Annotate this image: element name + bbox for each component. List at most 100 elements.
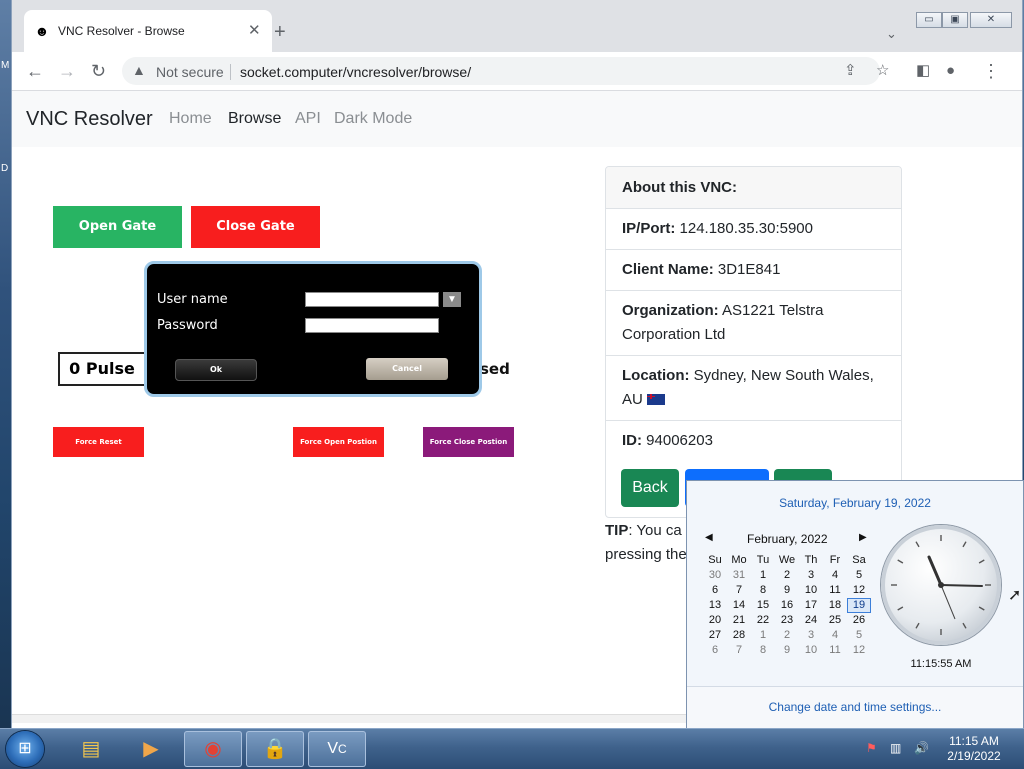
calendar-day[interactable]: 16 — [775, 598, 799, 613]
login-dialog: User name Password ▼ Ok Cancel — [144, 261, 482, 397]
nav-api[interactable]: API — [295, 110, 321, 128]
calendar-day[interactable]: 5 — [847, 628, 871, 643]
calendar-day[interactable]: 10 — [799, 583, 823, 598]
desktop-edge-label-m: M — [1, 60, 10, 71]
calendar-day[interactable]: 22 — [751, 613, 775, 628]
tray-clock[interactable]: 11:15 AM 2/19/2022 — [932, 734, 1016, 764]
start-button[interactable]: ⊞ — [6, 731, 44, 767]
calendar-month-title[interactable]: February, 2022 — [747, 532, 828, 546]
calendar-day[interactable]: 19 — [847, 598, 871, 613]
calendar-day[interactable]: 14 — [727, 598, 751, 613]
tab-title: VNC Resolver - Browse — [58, 24, 185, 38]
nav-browse[interactable]: Browse — [228, 110, 281, 128]
calendar-day[interactable]: 9 — [775, 583, 799, 598]
calendar-day[interactable]: 30 — [703, 568, 727, 583]
back-button[interactable]: Back — [621, 469, 679, 507]
back-arrow-icon[interactable]: ← — [26, 61, 44, 81]
nav-dark-mode[interactable]: Dark Mode — [334, 110, 412, 128]
calendar-day[interactable]: 17 — [799, 598, 823, 613]
close-window-button[interactable]: ✕ — [970, 12, 1012, 28]
nav-home[interactable]: Home — [169, 110, 212, 128]
reload-icon[interactable]: ↻ — [91, 61, 106, 81]
calendar-day[interactable]: 18 — [823, 598, 847, 613]
prev-month-icon[interactable]: ◀ — [705, 532, 713, 543]
warning-icon[interactable]: ▲ — [132, 62, 146, 78]
url-text[interactable]: socket.computer/vncresolver/browse/ — [240, 64, 471, 80]
change-date-time-link[interactable]: Change date and time settings... — [687, 700, 1023, 714]
calendar-day[interactable]: 6 — [703, 583, 727, 598]
calendar-day[interactable]: 6 — [703, 643, 727, 658]
calendar-day[interactable]: 12 — [847, 583, 871, 598]
close-gate-button[interactable]: Close Gate — [191, 206, 320, 248]
calendar-day[interactable]: 8 — [751, 583, 775, 598]
menu-kebab-icon[interactable]: ⋮ — [982, 61, 1000, 81]
cancel-button[interactable]: Cancel — [366, 358, 448, 380]
password-input[interactable] — [305, 318, 439, 333]
tab-search-chevron-icon[interactable]: ⌄ — [886, 26, 897, 42]
maximize-button[interactable]: ▣ — [942, 12, 968, 28]
clock-time-text: 11:15:55 AM — [910, 658, 972, 670]
calendar-day[interactable]: 1 — [751, 568, 775, 583]
calendar-day[interactable]: 1 — [751, 628, 775, 643]
minimize-button[interactable]: ▭ — [916, 12, 942, 28]
browser-toolbar: ← → ↻ ▲ Not secure socket.computer/vncre… — [12, 52, 1022, 91]
security-app-taskbar-icon[interactable]: 🔒 — [246, 731, 304, 767]
network-alert-tray-icon[interactable]: ⚑ — [866, 741, 877, 755]
calendar-day[interactable]: 20 — [703, 613, 727, 628]
new-tab-button[interactable]: + — [274, 22, 286, 42]
force-reset-button[interactable]: Force Reset — [53, 427, 144, 457]
calendar-day[interactable]: 31 — [727, 568, 751, 583]
username-dropdown-icon[interactable]: ▼ — [443, 292, 461, 307]
bookmark-star-icon[interactable]: ☆ — [876, 61, 889, 79]
calendar-day[interactable]: 9 — [775, 643, 799, 658]
calendar-day[interactable]: 26 — [847, 613, 871, 628]
calendar-day[interactable]: 27 — [703, 628, 727, 643]
username-input[interactable] — [305, 292, 439, 307]
browser-tab[interactable]: ☻ VNC Resolver - Browse ✕ — [24, 10, 272, 52]
chrome-taskbar-icon[interactable]: ◉ — [184, 731, 242, 767]
calendar-day[interactable]: 13 — [703, 598, 727, 613]
not-secure-label[interactable]: Not secure — [156, 64, 224, 80]
full-date-link[interactable]: Saturday, February 19, 2022 — [687, 496, 1023, 510]
network-tray-icon[interactable]: ▥ — [890, 741, 901, 755]
force-open-position-button[interactable]: Force Open Postion — [293, 427, 384, 457]
next-month-icon[interactable]: ▶ — [859, 532, 867, 543]
calendar-day[interactable]: 4 — [823, 628, 847, 643]
forward-arrow-icon[interactable]: → — [58, 61, 76, 81]
calendar-day[interactable]: 7 — [727, 583, 751, 598]
share-icon[interactable]: ⇪ — [844, 61, 857, 79]
calendar-day[interactable]: 2 — [775, 628, 799, 643]
calendar-day[interactable]: 3 — [799, 568, 823, 583]
profile-avatar-icon[interactable]: ● — [946, 61, 955, 81]
calendar-day[interactable]: 15 — [751, 598, 775, 613]
desktop-edge-label-d: D — [1, 163, 9, 174]
calendar-day[interactable]: 23 — [775, 613, 799, 628]
open-gate-button[interactable]: Open Gate — [53, 206, 182, 248]
calendar-day[interactable]: 4 — [823, 568, 847, 583]
volume-tray-icon[interactable]: 🔊 — [914, 741, 929, 755]
tip-label: TIP — [605, 522, 629, 539]
calendar-day[interactable]: 2 — [775, 568, 799, 583]
calendar-day[interactable]: 10 — [799, 643, 823, 658]
calendar-day[interactable]: 7 — [727, 643, 751, 658]
calendar-day[interactable]: 5 — [847, 568, 871, 583]
calendar-day[interactable]: 21 — [727, 613, 751, 628]
side-panel-icon[interactable]: ◧ — [916, 61, 930, 81]
ok-button[interactable]: Ok — [175, 359, 257, 381]
calendar-day[interactable]: 8 — [751, 643, 775, 658]
media-player-taskbar-icon[interactable]: ▶ — [122, 731, 180, 767]
calendar-day[interactable]: 12 — [847, 643, 871, 658]
explorer-taskbar-icon[interactable]: ▤ — [62, 731, 120, 767]
calendar-day[interactable]: 24 — [799, 613, 823, 628]
calendar-day[interactable]: 3 — [799, 628, 823, 643]
calendar-day[interactable]: 25 — [823, 613, 847, 628]
force-close-position-button[interactable]: Force Close Postion — [423, 427, 514, 457]
calendar-day[interactable]: 28 — [727, 628, 751, 643]
navbar-brand[interactable]: VNC Resolver — [26, 108, 153, 131]
calendar-day[interactable]: 11 — [823, 643, 847, 658]
tab-close-icon[interactable]: ✕ — [248, 21, 261, 39]
calendar-day[interactable]: 11 — [823, 583, 847, 598]
address-bar[interactable]: ▲ Not secure socket.computer/vncresolver… — [122, 57, 889, 85]
vnc-viewer-taskbar-icon[interactable]: VC — [308, 731, 366, 767]
username-label: User name — [157, 292, 228, 307]
